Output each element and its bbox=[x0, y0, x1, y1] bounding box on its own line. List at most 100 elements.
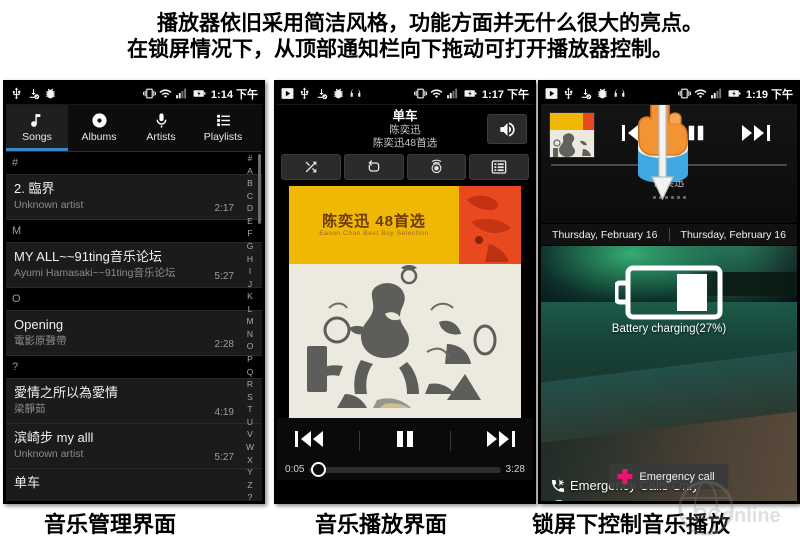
previous-icon bbox=[295, 430, 324, 447]
mini-art-orange bbox=[583, 113, 594, 130]
section-header: # bbox=[6, 152, 262, 175]
album-art-orange-panel bbox=[459, 186, 521, 264]
song-duration: 5:27 bbox=[214, 271, 234, 282]
emergency-call-label: Emergency call bbox=[639, 470, 715, 483]
song-duration: 2:28 bbox=[214, 339, 234, 350]
album-art-subtitle: Eason Chan Best Buy Selection bbox=[319, 230, 429, 237]
list-item[interactable]: 滨崎步 my alll Unknown artist 5:27 bbox=[6, 424, 262, 469]
song-artist: Unknown artist bbox=[14, 448, 84, 460]
tab-artists-label: Artists bbox=[146, 130, 176, 143]
now-playing-metadata: 单车 陈奕迅 陈奕迅48首选 bbox=[277, 105, 533, 152]
song-title: 2. 臨界 bbox=[14, 181, 55, 196]
wifi-icon bbox=[694, 89, 707, 98]
next-icon bbox=[742, 124, 771, 141]
list-item[interactable]: 愛情之所以為愛情 梁靜茹 4:19 bbox=[6, 379, 262, 424]
header-line-2: 在锁屏情况下，从顶部通知栏向下拖动可打开播放器控制。 bbox=[127, 38, 673, 61]
vibrate-icon bbox=[677, 88, 691, 99]
list-item[interactable]: 单车 bbox=[6, 469, 262, 501]
volume-button[interactable] bbox=[487, 114, 527, 144]
page-header: 播放器依旧采用简洁风格，功能方面并无什么很大的亮点。 在锁屏情况下，从顶部通知栏… bbox=[0, 0, 800, 74]
list-item[interactable]: Opening 電影原聲帶 2:28 bbox=[6, 311, 262, 356]
signal-icon bbox=[711, 88, 722, 99]
sound-effect-button[interactable] bbox=[406, 154, 467, 180]
tab-folders[interactable]: Fol bbox=[254, 105, 262, 151]
caption-music-manager: 音乐管理界面 bbox=[44, 512, 177, 537]
song-list[interactable]: # 2. 臨界 Unknown artist 2:17 M MY ALL~~91… bbox=[6, 152, 262, 501]
emergency-call-button[interactable]: Emergency call bbox=[609, 464, 729, 489]
disc-icon bbox=[91, 111, 108, 130]
caption-row: 音乐管理界面 音乐播放界面 锁屏下控制音乐播放 bbox=[0, 507, 800, 551]
next-button[interactable] bbox=[741, 122, 771, 149]
control-divider bbox=[450, 431, 452, 451]
medical-cross-icon bbox=[617, 469, 633, 484]
notification-transport-controls bbox=[603, 122, 789, 149]
tab-artists[interactable]: Artists bbox=[130, 105, 192, 151]
battery-charging-icon bbox=[728, 90, 741, 97]
elapsed-time: 0:05 bbox=[285, 464, 305, 475]
song-duration: 5:27 bbox=[214, 452, 234, 463]
previous-button[interactable] bbox=[294, 428, 324, 455]
shade-handle[interactable] bbox=[541, 196, 797, 199]
status-bar-right-icons: 1:19 下午 bbox=[677, 86, 793, 102]
no-sim-row: No SIM card. bbox=[550, 496, 699, 501]
phone-screenshot-now-playing: 1:17 下午 单车 陈奕迅 陈奕迅48首选 陈奕迅 48首选 Eason Ch… bbox=[274, 80, 536, 504]
status-bar-left-icons bbox=[545, 87, 626, 100]
playlist-button[interactable] bbox=[469, 154, 529, 180]
signal-icon bbox=[176, 88, 187, 99]
section-header: M bbox=[6, 220, 262, 243]
mini-album-artwork[interactable] bbox=[549, 112, 595, 158]
notification-row bbox=[541, 104, 797, 158]
next-button[interactable] bbox=[486, 428, 516, 455]
seek-knob[interactable] bbox=[311, 461, 327, 477]
pause-button[interactable] bbox=[686, 122, 706, 149]
notification-shade-music-widget[interactable]: 陈奕迅 bbox=[541, 104, 797, 224]
download-complete-icon bbox=[29, 89, 40, 100]
playlist-icon bbox=[491, 160, 507, 174]
debug-bug-icon bbox=[334, 88, 343, 99]
next-icon bbox=[486, 430, 515, 447]
signal-icon bbox=[447, 88, 458, 99]
tab-songs[interactable]: Songs bbox=[6, 105, 68, 151]
date-right: Thursday, February 16 bbox=[680, 228, 786, 241]
screen-now-playing: 1:17 下午 单车 陈奕迅 陈奕迅48首选 陈奕迅 48首选 Eason Ch… bbox=[277, 83, 533, 501]
pause-icon bbox=[688, 125, 704, 140]
section-header: ? bbox=[6, 356, 262, 379]
screen-music-manager: 1:14 下午 Songs Albums Artists Playlists #… bbox=[6, 83, 262, 501]
lockscreen-date-bar: Thursday, February 16 Thursday, February… bbox=[541, 223, 797, 246]
status-bar-clock: 1:19 下午 bbox=[745, 88, 793, 101]
song-title: 滨崎步 my alll bbox=[14, 430, 94, 445]
usb-icon bbox=[564, 87, 573, 99]
transport-controls bbox=[277, 418, 533, 464]
notification-seek-track[interactable] bbox=[551, 164, 787, 166]
volume-speaker-icon bbox=[499, 122, 515, 136]
previous-button[interactable] bbox=[621, 122, 651, 149]
repeat-button[interactable] bbox=[343, 154, 404, 180]
album-artwork[interactable]: 陈奕迅 48首选 Eason Chan Best Buy Selection bbox=[289, 186, 521, 418]
tab-albums[interactable]: Albums bbox=[68, 105, 130, 151]
playback-mode-buttons bbox=[277, 152, 533, 184]
song-duration: 4:19 bbox=[214, 407, 234, 418]
song-title: 单车 bbox=[14, 475, 41, 490]
list-item[interactable]: 2. 臨界 Unknown artist 2:17 bbox=[6, 175, 262, 220]
no-sim-text: No SIM card. bbox=[569, 496, 645, 501]
list-item[interactable]: MY ALL~~91ting音乐论坛 Ayumi Hamasaki~~91tin… bbox=[6, 243, 262, 288]
status-bar-right-icons: 1:14 下午 bbox=[142, 86, 258, 102]
list-scrollbar[interactable] bbox=[258, 154, 261, 224]
previous-icon bbox=[621, 124, 650, 141]
shuffle-button[interactable] bbox=[281, 154, 341, 180]
album-art-illustration bbox=[289, 264, 521, 418]
status-bar-right-icons: 1:17 下午 bbox=[413, 86, 529, 102]
pause-button[interactable] bbox=[394, 428, 416, 455]
tab-albums-label: Albums bbox=[81, 130, 117, 143]
battery-indicator bbox=[615, 265, 723, 320]
notification-artist: 陈奕迅 bbox=[654, 178, 684, 189]
debug-bug-icon bbox=[598, 88, 607, 99]
seek-track[interactable] bbox=[309, 461, 501, 477]
sim-card-icon bbox=[555, 500, 563, 501]
status-bar-clock: 1:14 下午 bbox=[210, 88, 258, 101]
status-bar: 1:19 下午 bbox=[541, 83, 797, 105]
tab-playlists[interactable]: Playlists bbox=[192, 105, 254, 151]
seek-bar-row[interactable]: 0:05 3:28 bbox=[277, 461, 533, 480]
list-icon bbox=[215, 111, 232, 130]
library-tab-bar: Songs Albums Artists Playlists Fol bbox=[6, 105, 262, 152]
